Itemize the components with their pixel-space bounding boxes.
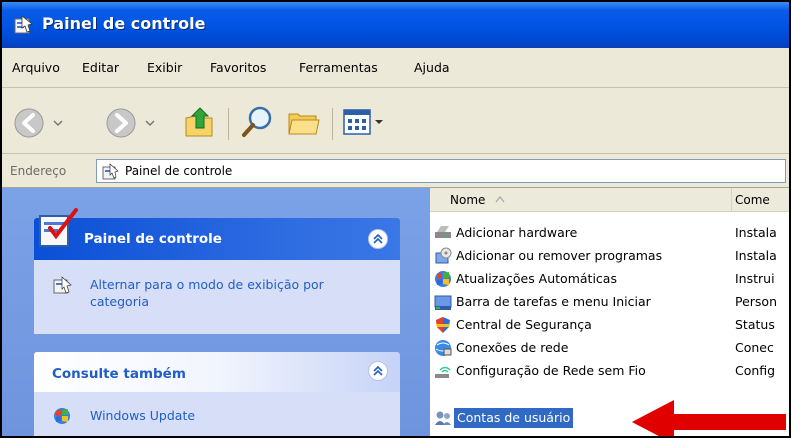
address-value: Painel de controle xyxy=(125,164,233,178)
control-panel-large-icon xyxy=(39,208,78,247)
toolbar-separator xyxy=(228,108,229,140)
menu-arquivo[interactable]: Arquivo xyxy=(12,60,60,75)
task-box-title: Painel de controle xyxy=(84,231,222,247)
folders-icon[interactable] xyxy=(286,104,322,140)
security-shield-icon xyxy=(436,317,450,333)
taskbar-icon xyxy=(434,295,452,310)
list-item[interactable]: Configuração de Rede sem Fio Config xyxy=(430,360,789,382)
address-bar: Endereço Painel de controle xyxy=(2,154,789,188)
control-panel-icon xyxy=(102,163,119,180)
address-label: Endereço xyxy=(10,164,67,178)
menu-favoritos[interactable]: Favoritos xyxy=(210,60,266,75)
forward-icon[interactable] xyxy=(104,106,158,140)
see-also-body: Windows Update xyxy=(34,392,400,436)
windows-update-icon xyxy=(435,271,451,287)
control-panel-icon xyxy=(14,15,33,34)
list-item[interactable]: Adicionar hardware Instala xyxy=(430,222,789,244)
column-name-header[interactable]: Nome xyxy=(430,188,732,212)
list-item[interactable]: Conexões de rede Conec xyxy=(430,337,789,359)
task-box-body: Alternar para o modo de exibição por cat… xyxy=(34,260,400,334)
add-remove-programs-icon xyxy=(435,247,452,264)
back-icon[interactable] xyxy=(12,106,66,140)
toolbar-separator xyxy=(332,108,333,140)
see-also-box: Consulte também Windows Update xyxy=(34,352,400,436)
hardware-icon xyxy=(435,226,451,238)
list-item[interactable]: Barra de tarefas e menu Iniciar Person xyxy=(430,291,789,313)
menu-exibir[interactable]: Exibir xyxy=(147,60,182,75)
red-arrow-annotation xyxy=(632,400,786,436)
views-icon[interactable] xyxy=(342,106,384,138)
menu-ajuda[interactable]: Ajuda xyxy=(414,60,450,75)
list-header: Nome Come xyxy=(430,188,789,212)
switch-view-icon xyxy=(53,276,72,294)
title-bar[interactable]: Painel de controle xyxy=(2,2,789,48)
collapse-icon[interactable] xyxy=(368,361,388,381)
collapse-icon[interactable] xyxy=(368,229,388,249)
menu-editar[interactable]: Editar xyxy=(82,60,119,75)
up-folder-icon[interactable] xyxy=(182,104,218,140)
switch-category-view-link[interactable]: Alternar para o modo de exibição por cat… xyxy=(90,276,380,310)
search-icon[interactable] xyxy=(240,104,276,140)
address-field[interactable]: Painel de controle xyxy=(96,159,786,183)
user-accounts-icon xyxy=(435,411,451,425)
menu-bar: Arquivo Editar Exibir Favoritos Ferramen… xyxy=(2,48,789,88)
see-also-title: Consulte também xyxy=(52,366,186,382)
list-item[interactable]: Central de Segurança Status xyxy=(430,314,789,336)
window-title: Painel de controle xyxy=(42,14,206,33)
task-pane: Painel de controle Alternar para o modo … xyxy=(2,188,430,436)
network-icon xyxy=(435,340,452,356)
task-box-header[interactable]: Painel de controle xyxy=(34,218,400,260)
list-item[interactable]: Atualizações Automáticas Instrui xyxy=(430,268,789,290)
column-comment-header[interactable]: Come xyxy=(735,193,770,207)
see-also-header[interactable]: Consulte também xyxy=(34,352,400,392)
wireless-icon xyxy=(435,366,451,378)
list-item[interactable]: Adicionar ou remover programas Instala xyxy=(430,245,789,267)
windows-update-link[interactable]: Windows Update xyxy=(90,408,195,423)
toolbar xyxy=(2,88,789,154)
control-panel-task-box: Painel de controle Alternar para o modo … xyxy=(34,208,400,334)
windows-update-icon xyxy=(54,408,70,424)
sort-ascending-icon xyxy=(495,196,505,203)
menu-ferramentas[interactable]: Ferramentas xyxy=(299,60,378,75)
explorer-window: Painel de controle Arquivo Editar Exibir… xyxy=(0,0,791,438)
